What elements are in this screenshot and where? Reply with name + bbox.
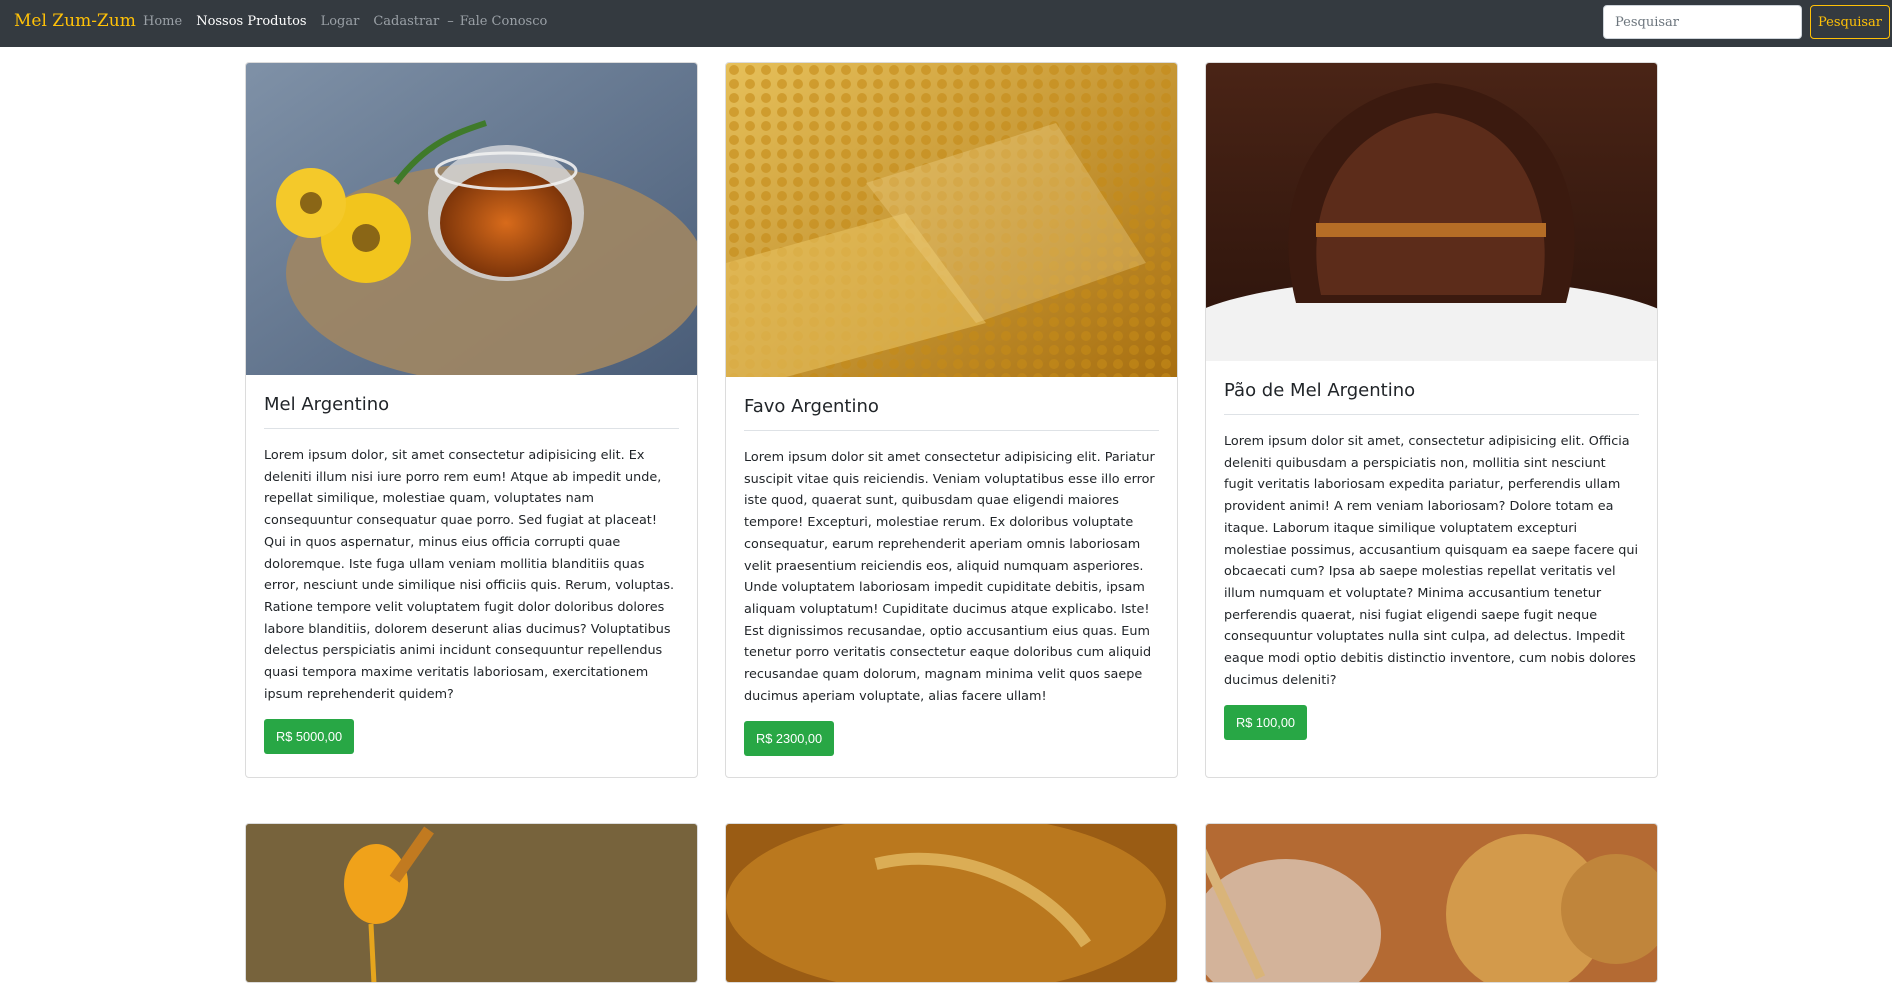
product-image-honey-jar (726, 824, 1177, 982)
product-image-honeycomb (726, 63, 1177, 377)
nav-links: Home Nossos Produtos Logar Cadastrar – F… (143, 14, 561, 29)
product-card (725, 823, 1178, 983)
brand-logo[interactable]: Mel Zum-Zum (14, 11, 136, 31)
product-image-honey-dipper (246, 824, 697, 982)
product-description: Lorem ipsum dolor, sit amet consectetur … (264, 448, 675, 702)
card-body: Pão de Mel Argentino Lorem ipsum dolor s… (1206, 361, 1657, 758)
product-title: Favo Argentino (744, 396, 1159, 431)
price-button[interactable]: R$ 5000,00 (264, 719, 355, 755)
nav-link-logar[interactable]: Logar (321, 14, 360, 29)
card-body: Mel Argentino Lorem ipsum dolor, sit ame… (246, 375, 697, 772)
nav-separator: – (447, 14, 454, 29)
search-button[interactable]: Pesquisar (1810, 5, 1890, 39)
product-card: Pão de Mel Argentino Lorem ipsum dolor s… (1205, 62, 1658, 778)
product-image-honey-cake (1206, 63, 1657, 361)
search-input[interactable] (1603, 5, 1802, 39)
nav-link-cadastrar[interactable]: Cadastrar (373, 14, 439, 29)
price-button[interactable]: R$ 100,00 (1224, 705, 1308, 741)
product-card: Favo Argentino Lorem ipsum dolor sit ame… (725, 62, 1178, 778)
nav-link-fale-conosco[interactable]: Fale Conosco (460, 14, 548, 29)
product-description: Lorem ipsum dolor sit amet, consectetur … (1224, 434, 1639, 688)
nav-link-home[interactable]: Home (143, 14, 182, 29)
product-image-honey-cup (246, 63, 697, 375)
price-button[interactable]: R$ 2300,00 (744, 721, 835, 757)
card-body: Favo Argentino Lorem ipsum dolor sit ame… (726, 377, 1177, 774)
top-navbar: Mel Zum-Zum Home Nossos Produtos Logar C… (0, 0, 1892, 47)
nav-link-nossos-produtos[interactable]: Nossos Produtos (196, 14, 306, 29)
product-title: Pão de Mel Argentino (1224, 380, 1639, 415)
product-card (1205, 823, 1658, 983)
product-description: Lorem ipsum dolor sit amet consectetur a… (744, 450, 1155, 704)
product-image-honey-cookies (1206, 824, 1657, 982)
product-title: Mel Argentino (264, 394, 679, 429)
product-card (245, 823, 698, 983)
product-card: Mel Argentino Lorem ipsum dolor, sit ame… (245, 62, 698, 778)
